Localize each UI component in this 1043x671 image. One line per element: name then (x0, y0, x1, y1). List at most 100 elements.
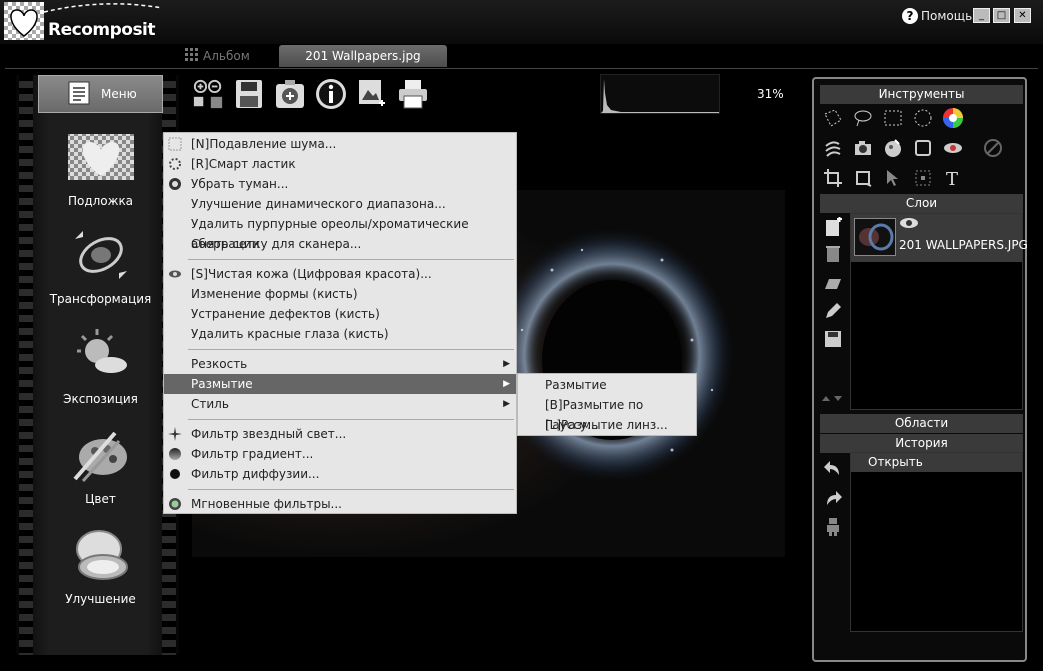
palette-tool-icon[interactable] (882, 137, 904, 159)
menu-item-blur[interactable]: Размытие ▶ (164, 374, 516, 394)
menu-item-label: Снять сетку для сканера... (191, 237, 362, 251)
lasso-icon[interactable] (852, 107, 874, 129)
document-icon (67, 81, 91, 108)
sidebar-item-label: Улучшение (65, 592, 136, 606)
tab-album-label: Альбом (203, 49, 250, 63)
crop-icon[interactable] (822, 167, 844, 189)
tab-album[interactable]: Альбом (185, 47, 250, 65)
color-wheel-icon[interactable] (942, 107, 964, 129)
layer-item[interactable]: 201 WALLPAPERS.JPG (851, 214, 1028, 262)
menu-item-label: Улучшение динамического диапазона... (191, 197, 446, 211)
menu-item-label: Фильтр градиент... (191, 447, 314, 461)
menu-button[interactable]: Меню (38, 75, 163, 113)
menu-item-starlight-filter[interactable]: Фильтр звездный свет... (164, 424, 516, 444)
selection-polygon-icon[interactable] (822, 107, 844, 129)
menu-item-label: [S]Чистая кожа (Цифровая красота)... (191, 267, 432, 281)
menu-item-label: Изменение формы (кисть) (191, 287, 358, 301)
chevron-right-icon: ▶ (503, 379, 510, 389)
menu-item-reshape[interactable]: Изменение формы (кисть) (164, 284, 516, 304)
menu-item-dynamic-range[interactable]: Улучшение динамического диапазона... (164, 194, 516, 214)
info-icon[interactable] (315, 78, 347, 110)
sidebar-item-color[interactable]: Цвет (38, 426, 163, 506)
tab-file[interactable]: 201 Wallpapers.jpg (279, 45, 447, 67)
rect-select-icon[interactable] (882, 107, 904, 129)
trash-icon[interactable] (822, 242, 844, 264)
submenu-item-blur[interactable]: Размытие (518, 375, 696, 395)
menu-item-style[interactable]: Стиль ▶ (164, 394, 516, 414)
zoom-icon[interactable] (192, 78, 224, 110)
move-icon[interactable] (882, 167, 904, 189)
sidebar-item-label: Цвет (85, 492, 116, 506)
menu-item-sharpness[interactable]: Резкость ▶ (164, 354, 516, 374)
help-button[interactable]: ? Помощь (902, 7, 972, 24)
crop-frame-icon[interactable] (912, 137, 934, 159)
sidebar-item-transform[interactable]: Трансформация (38, 226, 163, 306)
sidebar-item-label: Трансформация (49, 292, 152, 306)
title-bar: Recomposit ? Помощь _ □ ✕ (0, 0, 1043, 44)
regions-header[interactable]: Области (820, 414, 1023, 433)
menu-item-chromatic-aberration[interactable]: Удалить пурпурные ореолы/хроматические а… (164, 214, 516, 251)
robot-icon[interactable] (822, 516, 844, 538)
minimize-button[interactable]: _ (973, 8, 990, 23)
submenu-item-gaussian-blur[interactable]: [B]Размытие по Гауссу... (518, 395, 696, 432)
menu-item-noise-reduction[interactable]: [N]Подавление шума... (164, 134, 516, 154)
close-button[interactable]: ✕ (1014, 8, 1031, 23)
redo-icon[interactable] (822, 487, 844, 509)
transform-select-icon[interactable] (912, 167, 934, 189)
menu-item-smart-eraser[interactable]: [R]Смарт ластик (164, 154, 516, 174)
app-logo: Recomposit (4, 2, 166, 42)
red-eye-icon[interactable] (942, 137, 964, 159)
menu-item-label: Мгновенные фильтры... (191, 497, 342, 511)
sidebar-item-enhance[interactable]: Улучшение (38, 526, 163, 606)
film-strip-left (19, 75, 33, 655)
history-list: Открыть (850, 452, 1023, 632)
help-icon: ? (902, 7, 918, 24)
scroll-arrows-icon[interactable] (820, 387, 846, 409)
menu-item-descreen[interactable]: Снять сетку для сканера... (164, 234, 516, 254)
menu-item-remove-fog[interactable]: Убрать туман... (164, 174, 516, 194)
menu-separator (188, 489, 514, 490)
histogram (600, 74, 720, 114)
help-label: Помощь (921, 8, 973, 23)
maximize-button[interactable]: □ (993, 8, 1010, 23)
export-image-icon[interactable] (356, 78, 388, 110)
menu-item-gradient-filter[interactable]: Фильтр градиент... (164, 444, 516, 464)
undo-icon[interactable] (822, 457, 844, 479)
pencil-icon[interactable] (822, 300, 844, 322)
text-icon[interactable]: T (942, 167, 964, 189)
layers-header: Слои (820, 194, 1023, 213)
sidebar-item-exposure[interactable]: Экспозиция (38, 326, 163, 406)
sidebar-item-backdrop[interactable]: Подложка (38, 128, 163, 208)
menu-separator (188, 259, 514, 260)
healing-icon[interactable] (822, 137, 844, 159)
heart-backdrop-icon (66, 128, 136, 186)
chevron-right-icon: ▶ (503, 359, 510, 369)
disabled-icon[interactable] (982, 137, 1004, 159)
instant-filter-icon (168, 497, 182, 511)
exposure-icon (66, 326, 136, 384)
right-panel: Инструменты T Слои 201 WALLPAPERS.JPG Об… (812, 77, 1028, 662)
chevron-right-icon: ▶ (503, 399, 510, 409)
rotate-crop-icon[interactable] (852, 167, 874, 189)
print-icon[interactable] (397, 78, 429, 110)
new-layer-icon[interactable] (822, 216, 844, 238)
menu-item-clean-skin[interactable]: [S]Чистая кожа (Цифровая красота)... (164, 264, 516, 284)
menu-item-defects[interactable]: Устранение дефектов (кисть) (164, 304, 516, 324)
ellipse-select-icon[interactable] (912, 107, 934, 129)
sidebar-item-label: Экспозиция (63, 392, 138, 406)
save-icon[interactable] (233, 78, 265, 110)
menu-separator (188, 349, 514, 350)
menu-item-instant-filters[interactable]: Мгновенные фильтры... (164, 494, 516, 514)
add-icon[interactable] (274, 78, 306, 110)
history-header[interactable]: История (820, 434, 1023, 453)
menu-item-diffusion-filter[interactable]: Фильтр диффузии... (164, 464, 516, 484)
camera-icon[interactable] (852, 137, 874, 159)
menu-item-red-eye[interactable]: Удалить красные глаза (кисть) (164, 324, 516, 344)
history-item[interactable]: Открыть (851, 453, 1022, 472)
eye-visibility-icon[interactable] (899, 216, 919, 233)
sidebar-item-label: Подложка (67, 194, 134, 208)
save-layer-icon[interactable] (822, 328, 844, 350)
context-menu: [N]Подавление шума... [R]Смарт ластик Уб… (163, 132, 517, 514)
layer-properties-icon[interactable] (822, 272, 844, 294)
submenu-item-lens-blur[interactable]: [L]Размытие линз... (518, 415, 696, 435)
